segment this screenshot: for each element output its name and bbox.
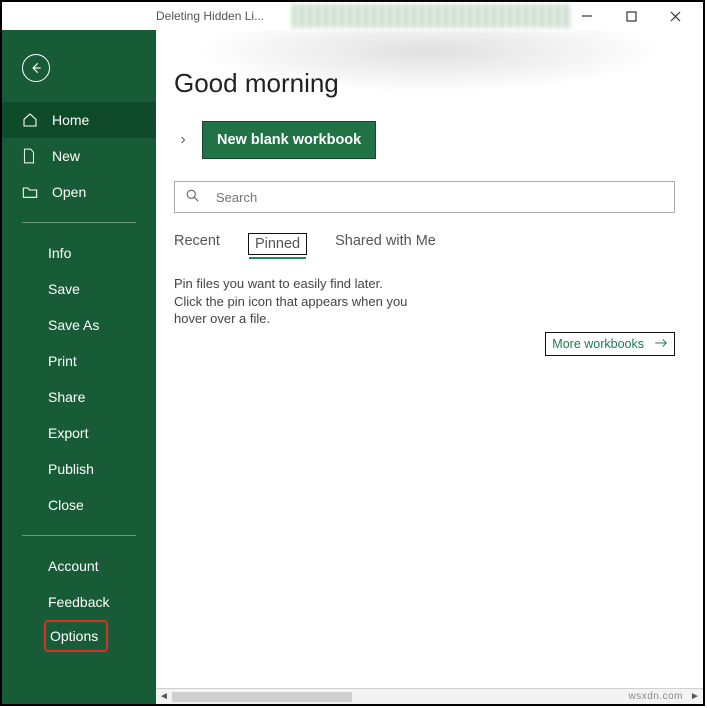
scroll-track[interactable] <box>172 692 687 702</box>
sidebar-item-info[interactable]: Info <box>2 235 156 271</box>
search-input[interactable] <box>216 190 664 205</box>
greeting-heading: Good morning <box>174 68 675 99</box>
sidebar-label: Options <box>50 628 98 644</box>
close-button[interactable] <box>653 3 697 29</box>
tab-shared[interactable]: Shared with Me <box>335 233 436 255</box>
sidebar-item-print[interactable]: Print <box>2 343 156 379</box>
backstage-sidebar: Home New Open Info Save Save As Print Sh… <box>2 30 156 704</box>
header-decoration <box>292 4 572 28</box>
minimize-button[interactable] <box>565 3 609 29</box>
title-bar: Deleting Hidden Li... <box>2 2 703 30</box>
open-folder-icon <box>22 185 42 199</box>
new-blank-workbook-button[interactable]: New blank workbook <box>202 121 376 159</box>
pinned-empty-hint: Pin files you want to easily find later.… <box>174 275 414 328</box>
window-title: Deleting Hidden Li... <box>2 9 264 23</box>
arrow-right-icon <box>654 337 668 351</box>
template-row: › New blank workbook <box>174 121 675 159</box>
search-box[interactable] <box>174 181 675 213</box>
new-file-icon <box>22 148 42 164</box>
tab-recent[interactable]: Recent <box>174 233 220 255</box>
sidebar-item-account[interactable]: Account <box>2 548 156 584</box>
sidebar-item-close[interactable]: Close <box>2 487 156 523</box>
chevron-right-icon[interactable]: › <box>174 131 192 149</box>
sidebar-divider <box>22 535 136 536</box>
tab-pinned[interactable]: Pinned <box>248 233 307 255</box>
maximize-button[interactable] <box>609 3 653 29</box>
sidebar-divider <box>22 222 136 223</box>
tabs: Recent Pinned Shared with Me <box>174 233 675 255</box>
more-workbooks-label: More workbooks <box>552 337 644 351</box>
sidebar-item-new[interactable]: New <box>2 138 156 174</box>
horizontal-scrollbar[interactable]: ◄ ► <box>156 688 703 704</box>
scroll-right-arrow[interactable]: ► <box>687 690 703 704</box>
sidebar-item-publish[interactable]: Publish <box>2 451 156 487</box>
back-button[interactable] <box>22 54 50 82</box>
sidebar-label: Home <box>52 112 89 128</box>
sidebar-item-open[interactable]: Open <box>2 174 156 210</box>
more-workbooks-link[interactable]: More workbooks <box>545 332 675 356</box>
window-controls <box>565 3 697 29</box>
body: Home New Open Info Save Save As Print Sh… <box>2 30 703 704</box>
main-panel: Good morning › New blank workbook Recent… <box>156 30 703 704</box>
sidebar-item-home[interactable]: Home <box>2 102 156 138</box>
sidebar-item-save[interactable]: Save <box>2 271 156 307</box>
sidebar-item-feedback[interactable]: Feedback <box>2 584 156 620</box>
sidebar-label: New <box>52 148 80 164</box>
sidebar-item-share[interactable]: Share <box>2 379 156 415</box>
sidebar-item-saveas[interactable]: Save As <box>2 307 156 343</box>
back-arrow-icon <box>29 61 43 75</box>
scroll-left-arrow[interactable]: ◄ <box>156 690 172 704</box>
sidebar-item-options[interactable]: Options <box>44 620 108 652</box>
scroll-thumb[interactable] <box>172 692 352 702</box>
sidebar-item-export[interactable]: Export <box>2 415 156 451</box>
search-icon <box>185 188 200 206</box>
sidebar-label: Open <box>52 184 86 200</box>
home-icon <box>22 112 42 128</box>
app-window: Deleting Hidden Li... Home <box>0 0 705 706</box>
